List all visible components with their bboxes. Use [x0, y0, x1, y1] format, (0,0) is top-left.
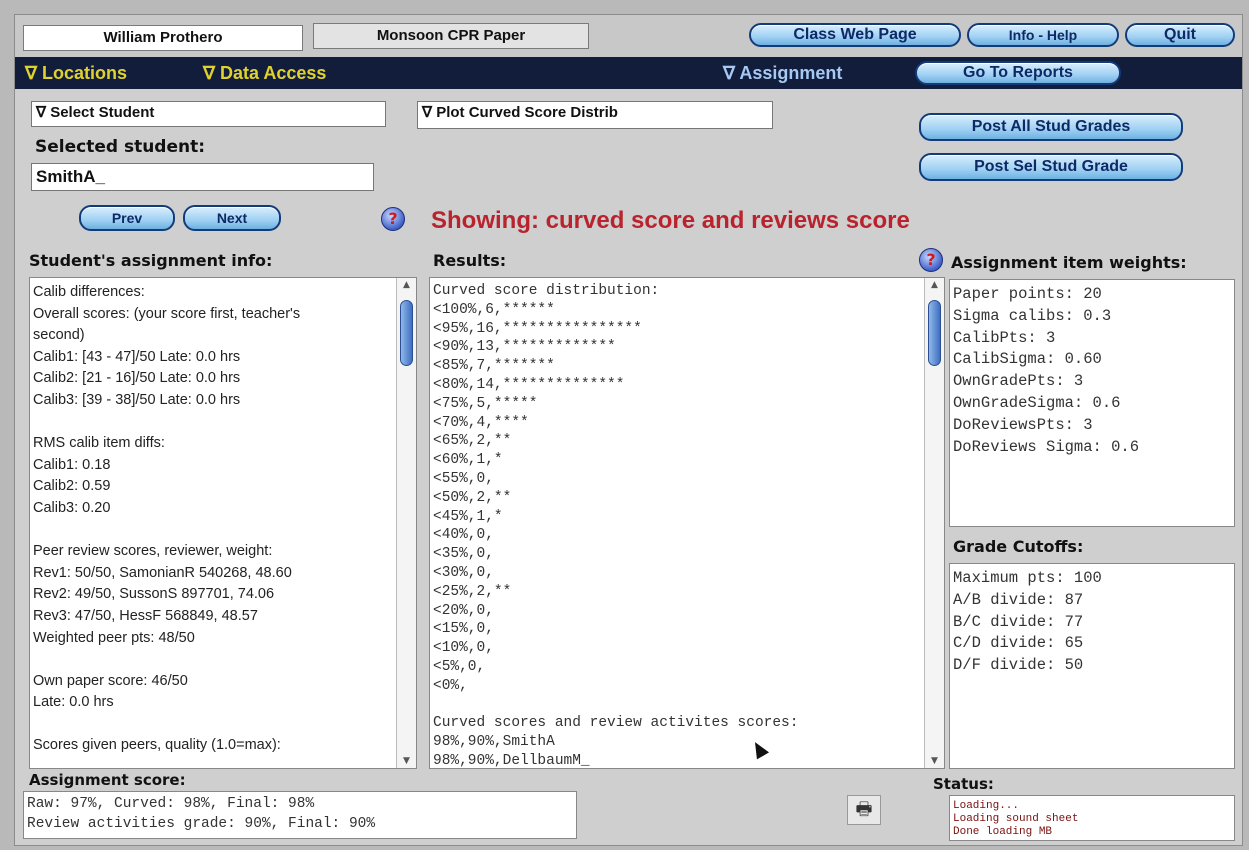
- cutoffs-title: Grade Cutoffs:: [953, 537, 1084, 556]
- student-name-field: William Prothero: [23, 25, 303, 51]
- student-info-scrollbar[interactable]: ▲ ▼: [396, 278, 416, 768]
- student-info-text: Calib differences: Overall scores: (your…: [33, 284, 301, 754]
- results-panel[interactable]: Curved score distribution: <100%,6,*****…: [429, 277, 945, 769]
- plot-select-dropdown[interactable]: ∇ Plot Curved Score Distrib: [417, 101, 773, 129]
- scroll-up-arrow-icon[interactable]: ▲: [925, 278, 944, 292]
- menu-data-access[interactable]: ∇ Data Access: [203, 63, 326, 84]
- results-scrollbar[interactable]: ▲ ▼: [924, 278, 944, 768]
- post-selected-grade-button[interactable]: Post Sel Stud Grade: [919, 153, 1183, 181]
- assignment-score-panel: Raw: 97%, Curved: 98%, Final: 98% Review…: [23, 791, 577, 839]
- cutoffs-panel: Maximum pts: 100 A/B divide: 87 B/C divi…: [949, 563, 1235, 769]
- quit-button[interactable]: Quit: [1125, 23, 1235, 47]
- menu-locations[interactable]: ∇ Locations: [25, 63, 127, 84]
- paper-name-field: Monsoon CPR Paper: [313, 23, 589, 49]
- results-title: Results:: [433, 251, 507, 270]
- next-button[interactable]: Next: [183, 205, 281, 231]
- prev-button[interactable]: Prev: [79, 205, 175, 231]
- help-icon[interactable]: ?: [919, 248, 943, 272]
- selected-student-label: Selected student:: [35, 137, 206, 157]
- scroll-thumb[interactable]: [928, 300, 941, 366]
- top-bar: William Prothero Monsoon CPR Paper Class…: [15, 15, 1242, 57]
- go-to-reports-button[interactable]: Go To Reports: [915, 61, 1121, 85]
- status-panel: Loading... Loading sound sheet Done load…: [949, 795, 1235, 841]
- post-all-grades-button[interactable]: Post All Stud Grades: [919, 113, 1183, 141]
- selected-student-input[interactable]: SmithA_: [31, 163, 374, 191]
- select-student-dropdown[interactable]: ∇ Select Student: [31, 101, 386, 127]
- results-text: Curved score distribution: <100%,6,*****…: [433, 283, 799, 769]
- scroll-thumb[interactable]: [400, 300, 413, 366]
- scroll-down-arrow-icon[interactable]: ▼: [397, 754, 416, 768]
- menu-bar: ∇ Locations ∇ Data Access ∇ Assignment G…: [15, 57, 1242, 89]
- cutoffs-text: Maximum pts: 100 A/B divide: 87 B/C divi…: [953, 569, 1102, 675]
- weights-title: Assignment item weights:: [951, 253, 1187, 272]
- student-info-title: Student's assignment info:: [29, 251, 273, 270]
- printer-icon[interactable]: 🖶: [847, 795, 881, 825]
- app-window: William Prothero Monsoon CPR Paper Class…: [14, 14, 1243, 846]
- class-web-page-button[interactable]: Class Web Page: [749, 23, 961, 47]
- help-icon[interactable]: ?: [381, 207, 405, 231]
- status-text: Loading... Loading sound sheet Done load…: [953, 800, 1079, 838]
- status-title: Status:: [933, 775, 994, 793]
- scroll-down-arrow-icon[interactable]: ▼: [925, 754, 944, 768]
- student-info-panel[interactable]: Calib differences: Overall scores: (your…: [29, 277, 417, 769]
- menu-assignment[interactable]: ∇ Assignment: [723, 63, 842, 84]
- assignment-score-title: Assignment score:: [29, 771, 186, 789]
- weights-panel: Paper points: 20 Sigma calibs: 0.3 Calib…: [949, 279, 1235, 527]
- assignment-score-text: Raw: 97%, Curved: 98%, Final: 98% Review…: [27, 796, 376, 832]
- weights-text: Paper points: 20 Sigma calibs: 0.3 Calib…: [953, 285, 1140, 456]
- showing-title: Showing: curved score and reviews score: [431, 207, 910, 234]
- info-help-button[interactable]: Info - Help: [967, 23, 1119, 47]
- scroll-up-arrow-icon[interactable]: ▲: [397, 278, 416, 292]
